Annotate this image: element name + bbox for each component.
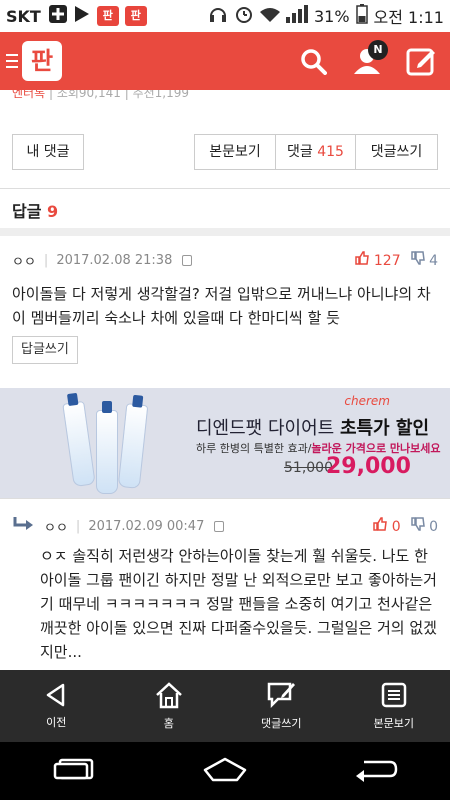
battery-percent: 31% (313, 6, 350, 26)
comments-count: 415 (317, 144, 344, 160)
comment-text: 아이돌들 다 저렇게 생각할걸? 저걸 입밖으로 꺼내느냐 아니냐의 차이 멤버… (12, 285, 431, 327)
alarm-icon (234, 4, 254, 28)
lock-icon (214, 520, 225, 532)
ad-new-price: 29,000 (326, 454, 411, 479)
comment-user[interactable]: ㅇㅇ (44, 517, 68, 536)
nav-home-label: 홈 (163, 717, 174, 730)
view-post-button[interactable]: 본문보기 (194, 134, 276, 170)
downvote-button[interactable]: 0 (410, 517, 438, 535)
back-arrow-icon (355, 760, 397, 782)
comment-toolbar: 내 댓글 본문보기 댓글 415 댓글쓰기 (12, 134, 438, 170)
ad-banner[interactable]: cherem 디엔드팻 다이어트 초특가 할인 하루 한병의 특별한 효과/놀라… (0, 388, 450, 498)
section-separator (0, 228, 450, 236)
comments-tab[interactable]: 댓글 415 (276, 134, 356, 170)
write-comment-icon (268, 682, 296, 709)
thumbs-down-icon (410, 517, 425, 531)
back-triangle-icon (47, 683, 65, 707)
home-icon (155, 682, 182, 709)
headset-icon (208, 4, 228, 28)
comment-item: ㅇㅇ | 2017.02.09 00:47 0 0 ㅇㅈ 솔직히 저런생각 안하… (0, 514, 450, 664)
divider (0, 498, 450, 499)
comment-item: ㅇㅇ | 2017.02.08 21:38 127 4 아이돌들 다 저렇게 생… (0, 248, 450, 364)
carrier-label: SKT (6, 6, 41, 26)
comment-date: 2017.02.08 21:38 (56, 252, 173, 268)
write-comment-button[interactable]: 댓글쓰기 (356, 134, 438, 170)
profile-button[interactable]: N (350, 40, 388, 78)
category-link[interactable]: 엔터톡 (12, 90, 45, 100)
ad-brand: cherem (344, 394, 390, 408)
signal-icon (285, 5, 308, 27)
comment-text: ㅇㅈ 솔직히 저런생각 안하는아이돌 찾는게 훨 쉬울듯. 나도 한 아이돌 그… (40, 547, 437, 661)
comments-label: 댓글 (287, 144, 313, 160)
downvote-button[interactable]: 4 (410, 251, 438, 269)
reply-button[interactable]: 답글쓰기 (12, 336, 78, 364)
search-icon (301, 49, 327, 75)
plus-icon (48, 5, 67, 27)
downvote-count: 4 (429, 253, 438, 269)
views-count: 조회90,141 (56, 90, 121, 100)
nav-write-comment-label: 댓글쓰기 (261, 717, 302, 730)
nav-home[interactable]: 홈 (113, 670, 226, 742)
product-bottle (96, 401, 118, 494)
wifi-icon (259, 6, 280, 26)
play-icon (74, 6, 89, 26)
status-bar: SKT 판 판 31% 오전 1:11 (0, 0, 450, 32)
edit-icon (406, 48, 435, 76)
write-button[interactable] (404, 44, 438, 78)
content-area: 엔터톡 | 조회90,141 | 추천1,199 내 댓글 본문보기 댓글 41… (0, 90, 450, 670)
reply-header: 답글 9 (12, 198, 58, 222)
comment-user[interactable]: ㅇㅇ (12, 251, 36, 270)
thumbs-up-icon (355, 251, 370, 265)
bottom-nav: 이전 홈 댓글쓰기 본문보기 (0, 670, 450, 742)
app-header: 판 N (0, 32, 450, 90)
nav-view-post-label: 본문보기 (373, 717, 414, 730)
post-meta: 엔터톡 | 조회90,141 | 추천1,199 (0, 90, 450, 104)
system-nav-bar (0, 742, 450, 800)
reply-count: 9 (47, 202, 59, 221)
divider (0, 188, 450, 189)
downvote-count: 0 (429, 519, 438, 535)
reply-label: 답글 (12, 202, 42, 221)
search-button[interactable] (296, 44, 330, 78)
reply-arrow-icon (12, 516, 34, 536)
clock: 오전 1:11 (373, 8, 444, 27)
nav-write-comment[interactable]: 댓글쓰기 (225, 670, 338, 742)
menu-icon[interactable] (6, 50, 18, 72)
home-system-button[interactable] (201, 756, 249, 786)
pann-logo[interactable]: 판 (22, 41, 62, 81)
nav-view-post[interactable]: 본문보기 (338, 670, 450, 742)
recommend-count: 추천1,199 (132, 90, 190, 100)
nav-back[interactable]: 이전 (0, 670, 113, 742)
thumbs-up-icon (373, 517, 388, 531)
my-comments-button[interactable]: 내 댓글 (12, 134, 84, 170)
battery-icon (355, 4, 368, 28)
home-outline-icon (203, 757, 247, 782)
product-bottle (117, 403, 149, 489)
upvote-count: 0 (391, 519, 401, 535)
notification-badge: N (368, 40, 388, 60)
back-system-button[interactable] (354, 756, 398, 786)
recent-apps-icon (54, 758, 94, 780)
upvote-button[interactable]: 127 (355, 251, 401, 269)
app-notification-icon: 판 (96, 6, 119, 26)
lock-icon (182, 254, 193, 266)
upvote-button[interactable]: 0 (373, 517, 401, 535)
comment-date: 2017.02.09 00:47 (88, 518, 205, 534)
nav-back-label: 이전 (46, 716, 67, 729)
app-notification-icon-2: 판 (124, 6, 147, 26)
recent-apps-button[interactable] (52, 757, 96, 785)
thumbs-down-icon (410, 251, 425, 265)
document-icon (381, 682, 406, 708)
ad-title: 디엔드팻 다이어트 초특가 할인 (196, 418, 430, 439)
upvote-count: 127 (373, 253, 401, 269)
product-bottle (62, 400, 96, 488)
